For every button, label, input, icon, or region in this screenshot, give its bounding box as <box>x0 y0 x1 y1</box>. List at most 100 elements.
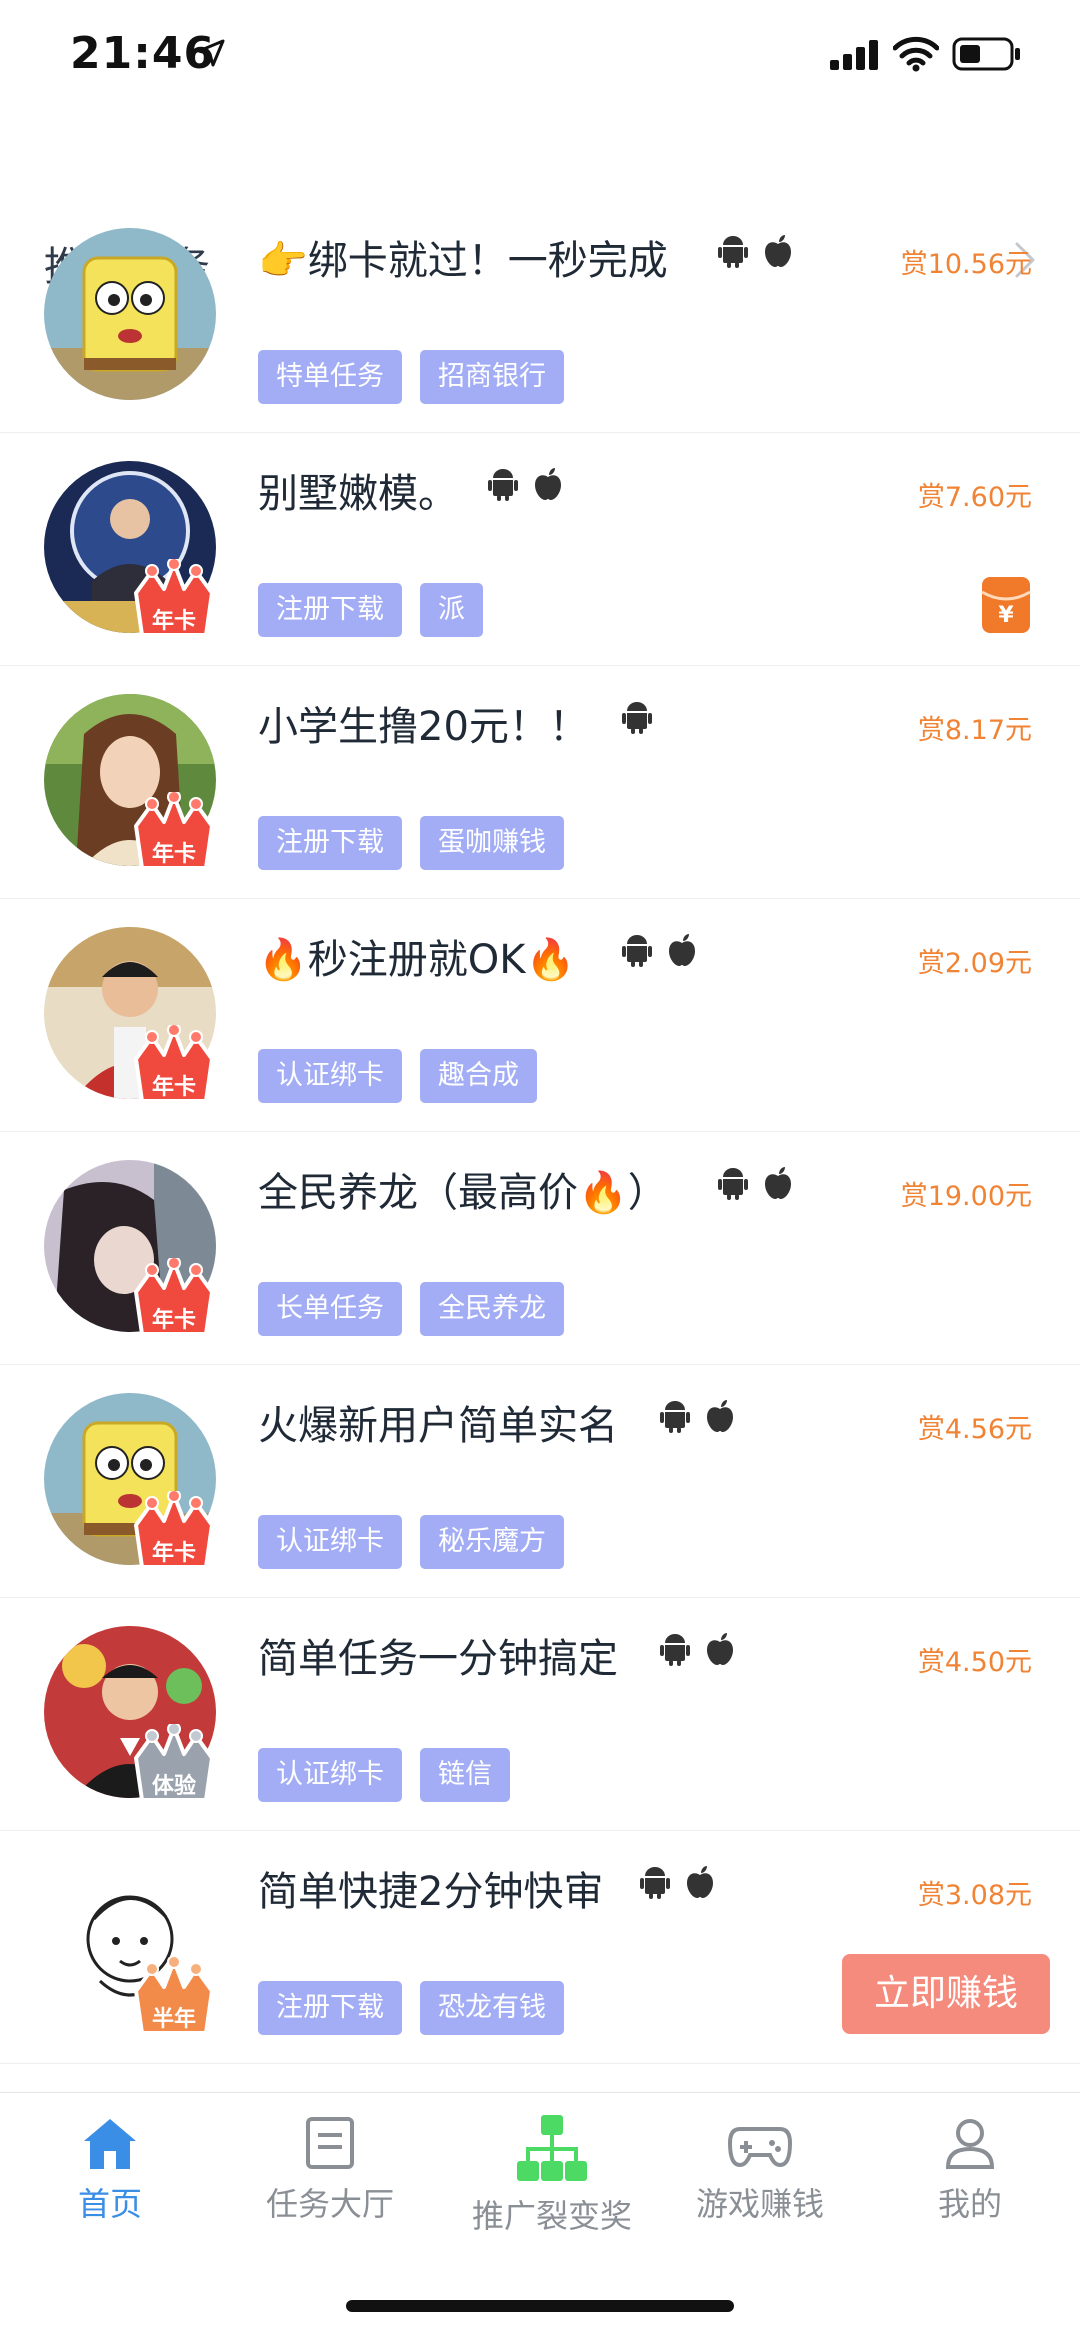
vip-badge: 年卡 <box>132 1258 216 1338</box>
home-icon <box>84 2119 136 2169</box>
task-tag[interactable]: 认证绑卡 <box>258 1515 402 1569</box>
reward-amount: 赏4.50元 <box>917 1647 1032 1678</box>
task-title: 简单快捷2分钟快审 <box>258 1869 604 1915</box>
location-arrow-icon <box>197 39 225 67</box>
task-tag[interactable]: 全民养龙 <box>420 1282 564 1336</box>
task-tag[interactable]: 认证绑卡 <box>258 1049 402 1103</box>
bottom-nav: 首页 任务大厅 推广裂变奖 游戏赚钱 我的 <box>0 2092 1080 2283</box>
nav-mine-label: 我的 <box>937 2185 1002 2223</box>
task-row[interactable]: 年卡 小学生撸20元！！ 注册下载 蛋咖赚钱 赏8.17元 <box>0 666 1080 899</box>
android-icon <box>718 1168 748 1200</box>
apple-icon <box>765 1167 792 1199</box>
platform-icons <box>640 1865 725 1905</box>
vip-badge-label: 年卡 <box>151 1541 196 1566</box>
status-time: 21:46 <box>70 28 216 79</box>
task-row[interactable]: 年卡 全民养龙（最高价🔥） 长单任务 全民养龙 赏19.00元 <box>0 1132 1080 1365</box>
avatar <box>44 228 216 400</box>
android-icon <box>718 236 748 268</box>
task-list-icon <box>306 2117 354 2169</box>
task-tag[interactable]: 注册下载 <box>258 583 402 637</box>
vip-badge: 半年 <box>132 1957 216 2037</box>
apple-icon <box>707 1400 734 1432</box>
task-row[interactable]: 年卡 别墅嫩模。 注册下载 派 赏7.60元 <box>0 433 1080 666</box>
android-icon <box>488 469 518 501</box>
network-icon <box>517 2115 587 2181</box>
platform-icons <box>622 700 662 740</box>
reward-amount: 赏3.08元 <box>917 1880 1032 1911</box>
nav-promotion[interactable]: 推广裂变奖 <box>444 2115 660 2265</box>
task-tag[interactable]: 趣合成 <box>420 1049 537 1103</box>
reward-amount: 赏7.60元 <box>917 482 1032 513</box>
vip-badge-label: 年卡 <box>151 1308 196 1333</box>
task-title: 🔥秒注册就OK🔥 <box>258 937 576 983</box>
apple-icon <box>765 235 792 267</box>
platform-icons <box>660 1399 745 1439</box>
task-tag[interactable]: 蛋咖赚钱 <box>420 816 564 870</box>
task-tag[interactable]: 注册下载 <box>258 1981 402 2035</box>
vip-badge-label: 年卡 <box>151 1075 196 1100</box>
task-tag[interactable]: 招商银行 <box>420 350 564 404</box>
wifi-icon <box>893 36 939 72</box>
vip-badge-label: 年卡 <box>151 609 196 634</box>
vip-badge: 年卡 <box>132 559 216 639</box>
reward-amount: 赏2.09元 <box>917 948 1032 979</box>
task-tag[interactable]: 恐龙有钱 <box>420 1981 564 2035</box>
task-row[interactable]: 年卡 火爆新用户简单实名 认证绑卡 秘乐魔方 赏4.56元 <box>0 1365 1080 1598</box>
nav-task-hall[interactable]: 任务大厅 <box>222 2115 438 2265</box>
cellular-signal-icon <box>830 40 878 70</box>
earn-now-button[interactable]: 立即赚钱 <box>842 1954 1050 2034</box>
platform-icons <box>488 467 573 507</box>
red-packet-symbol: ¥ <box>998 603 1014 628</box>
user-icon <box>945 2119 995 2169</box>
task-title: 火爆新用户简单实名 <box>258 1403 618 1449</box>
task-tag[interactable]: 认证绑卡 <box>258 1748 402 1802</box>
reward-amount: 赏8.17元 <box>917 715 1032 746</box>
home-indicator <box>346 2300 734 2312</box>
task-title: 👉绑卡就过！一秒完成 <box>258 238 668 284</box>
recommended-tasks-header[interactable]: 推荐任务 <box>0 118 1080 290</box>
android-icon <box>660 1634 690 1666</box>
nav-game-earn[interactable]: 游戏赚钱 <box>652 2115 868 2265</box>
vip-badge: 体验 <box>132 1724 216 1804</box>
nav-task-hall-label: 任务大厅 <box>265 2185 394 2223</box>
nav-mine[interactable]: 我的 <box>862 2115 1078 2265</box>
task-title: 小学生撸20元！！ <box>258 704 589 750</box>
task-title: 全民养龙（最高价🔥） <box>258 1170 668 1216</box>
nav-home-label: 首页 <box>77 2185 142 2223</box>
task-tag[interactable]: 链信 <box>420 1748 510 1802</box>
platform-icons <box>660 1632 745 1672</box>
vip-badge: 年卡 <box>132 1491 216 1571</box>
vip-badge-label: 年卡 <box>151 842 196 867</box>
task-tag[interactable]: 特单任务 <box>258 350 402 404</box>
reward-amount: 赏19.00元 <box>900 1181 1032 1212</box>
task-tag[interactable]: 长单任务 <box>258 1282 402 1336</box>
nav-game-earn-label: 游戏赚钱 <box>695 2185 824 2223</box>
status-bar: 21:46 <box>0 0 1080 110</box>
vip-badge-label: 体验 <box>151 1774 196 1799</box>
apple-icon <box>687 1866 714 1898</box>
task-tag[interactable]: 派 <box>420 583 483 637</box>
red-packet-icon[interactable]: ¥ <box>981 576 1031 634</box>
gamepad-icon <box>728 2127 792 2168</box>
vip-badge-label: 半年 <box>151 2007 196 2032</box>
android-icon <box>660 1401 690 1433</box>
apple-icon <box>707 1633 734 1665</box>
task-row[interactable]: 体验 简单任务一分钟搞定 认证绑卡 链信 赏4.50元 <box>0 1598 1080 1831</box>
battery-icon <box>952 37 1020 71</box>
platform-icons <box>718 234 803 274</box>
vip-badge: 年卡 <box>132 792 216 872</box>
nav-promotion-label: 推广裂变奖 <box>471 2197 632 2235</box>
apple-icon <box>535 468 562 500</box>
task-title: 别墅嫩模。 <box>258 471 458 517</box>
vip-badge: 年卡 <box>132 1025 216 1105</box>
task-tag[interactable]: 注册下载 <box>258 816 402 870</box>
nav-home[interactable]: 首页 <box>2 2115 218 2265</box>
task-tag[interactable]: 秘乐魔方 <box>420 1515 564 1569</box>
reward-amount: 赏10.56元 <box>900 249 1032 280</box>
task-row[interactable]: 年卡 🔥秒注册就OK🔥 认证绑卡 趣合成 赏2.09元 <box>0 899 1080 1132</box>
task-row[interactable]: 👉绑卡就过！一秒完成 特单任务 招商银行 赏10.56元 <box>0 200 1080 433</box>
reward-amount: 赏4.56元 <box>917 1414 1032 1445</box>
task-title: 简单任务一分钟搞定 <box>258 1636 618 1682</box>
android-icon <box>622 935 652 967</box>
android-icon <box>622 702 652 734</box>
